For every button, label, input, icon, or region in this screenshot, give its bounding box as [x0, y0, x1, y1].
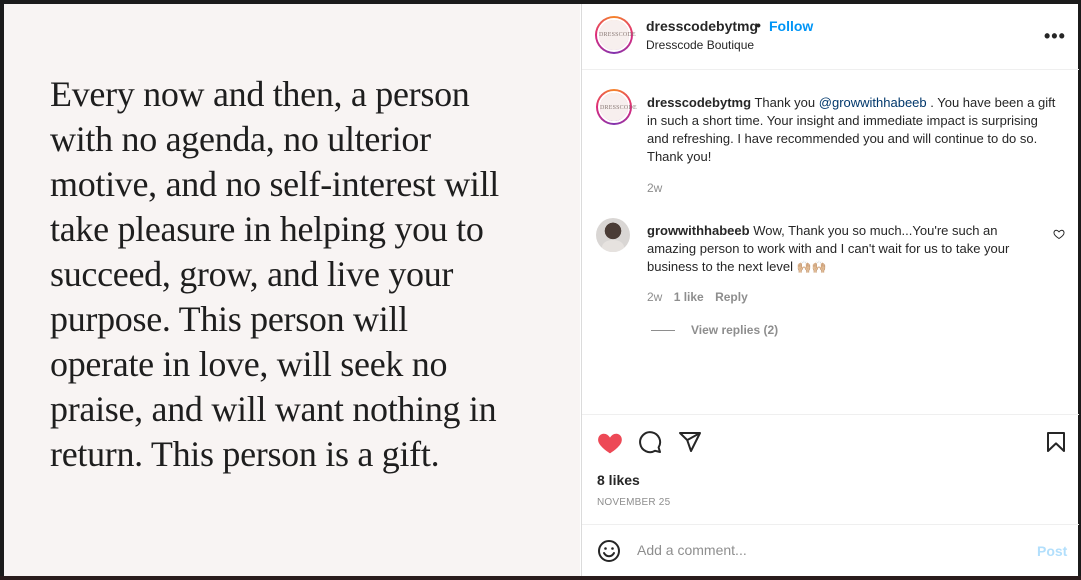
quote-line: Every now and then, a person	[50, 74, 470, 114]
comment-username[interactable]: growwithhabeeb	[647, 223, 750, 238]
post-comment-button[interactable]: Post	[1037, 543, 1067, 559]
more-options-button[interactable]: •••	[1044, 26, 1066, 47]
comment-bubble-icon[interactable]	[638, 430, 662, 454]
bookmark-icon[interactable]	[1044, 430, 1068, 454]
comment-username[interactable]: dresscodebytmg	[647, 95, 751, 110]
comment-input[interactable]	[637, 539, 1017, 561]
likes-count[interactable]: 8 likes	[597, 472, 640, 488]
post-date[interactable]: NOVEMBER 25	[597, 497, 670, 508]
separator-dot: •	[756, 17, 761, 33]
author-subtitle: Dresscode Boutique	[646, 38, 755, 52]
author-avatar[interactable]: DRESSCODE	[595, 16, 636, 54]
comment-meta: 2w 1 like Reply	[647, 290, 756, 304]
comment-like-icon[interactable]	[1053, 228, 1065, 240]
quote-line: operate in love, will seek no	[50, 344, 448, 384]
share-plane-icon[interactable]	[678, 430, 702, 454]
comment-composer: Post	[582, 524, 1079, 576]
raised-hands-emoji: 🙌🏼🙌🏼	[796, 260, 827, 274]
author-username[interactable]: dresscodebytmg	[646, 18, 758, 34]
mention-link[interactable]: @growwithhabeeb	[819, 95, 927, 110]
reply-button[interactable]: Reply	[715, 290, 748, 304]
post-actions: 8 likes NOVEMBER 25	[582, 414, 1079, 524]
comment-text: dresscodebytmg Thank you @growwithhabeeb…	[647, 94, 1059, 166]
quote-line: purpose. This person will	[50, 299, 408, 339]
quote-line: succeed, grow, and live your	[50, 254, 454, 294]
comment-likes-count[interactable]: 1 like	[674, 290, 704, 304]
quote-line: return. This person is a gift.	[50, 434, 440, 474]
avatar-logo-text: DRESSCODE	[599, 20, 636, 50]
post-side-panel: DRESSCODE dresscodebytmg • Follow Dressc…	[581, 4, 1079, 576]
page-backdrop-bottom	[0, 576, 1081, 580]
comment-text: growwithhabeeb Wow, Thank you so much...…	[647, 222, 1027, 276]
quote-line: praise, and will want nothing in	[50, 389, 497, 429]
like-heart-icon[interactable]	[597, 430, 623, 456]
replies-divider	[651, 330, 675, 331]
follow-button[interactable]: Follow	[769, 18, 813, 34]
quote-line: with no agenda, no ulterior	[50, 119, 431, 159]
comment-timestamp[interactable]: 2w	[647, 290, 662, 304]
comment-timestamp[interactable]: 2w	[647, 181, 662, 195]
view-replies-button[interactable]: View replies (2)	[691, 323, 778, 337]
comment-avatar[interactable]	[596, 218, 630, 252]
emoji-smile-icon[interactable]	[597, 539, 621, 563]
post-image[interactable]: Every now and then, a person with no age…	[4, 4, 580, 576]
post-header: DRESSCODE dresscodebytmg • Follow Dressc…	[582, 4, 1079, 70]
quote-line: motive, and no self-interest will	[50, 164, 499, 204]
avatar-logo-text: DRESSCODE	[600, 93, 637, 121]
comment-text-part: Thank you	[754, 95, 819, 110]
quote-line: take pleasure in helping you to	[50, 209, 484, 249]
comments-list: DRESSCODE dresscodebytmg Thank you @grow…	[582, 70, 1079, 414]
post-quote-text: Every now and then, a person with no age…	[50, 72, 550, 477]
comment-avatar[interactable]: DRESSCODE	[596, 89, 637, 125]
